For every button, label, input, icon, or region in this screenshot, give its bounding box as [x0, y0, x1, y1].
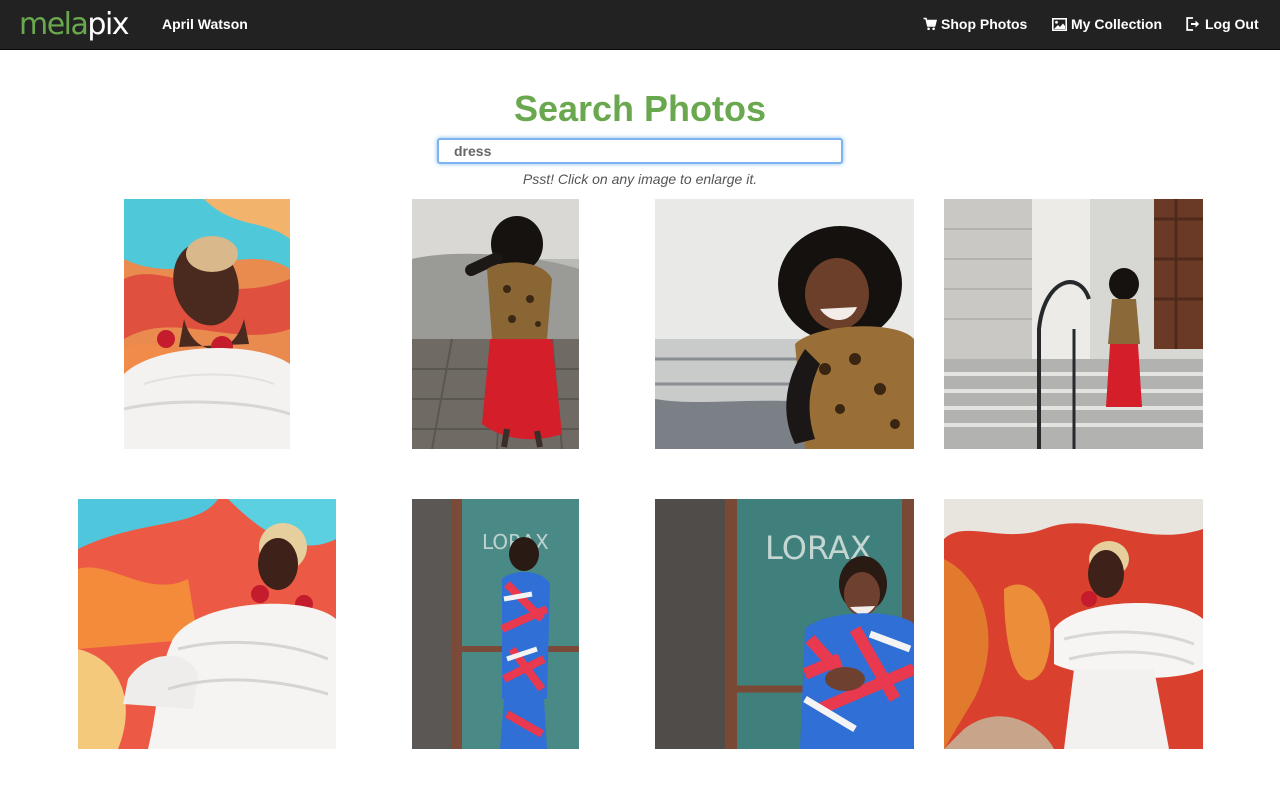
log-out-icon	[1186, 17, 1200, 31]
photo-thumbnail[interactable]	[944, 199, 1203, 449]
photo-image	[944, 499, 1203, 749]
photo-image	[944, 199, 1203, 449]
photo-thumbnail[interactable]	[655, 199, 914, 449]
logo-mela: mela	[19, 7, 89, 42]
photo-thumbnail[interactable]: LORAX	[655, 499, 914, 749]
photo-image: LORAX	[412, 499, 579, 749]
my-collection-link[interactable]: My Collection	[1052, 16, 1162, 32]
photo-image: LORAX	[655, 499, 914, 749]
photo-thumbnail[interactable]	[944, 499, 1203, 749]
search-input[interactable]	[437, 138, 843, 164]
navbar: melapix April Watson Shop Photos My Coll…	[0, 0, 1280, 50]
logo[interactable]: melapix	[19, 6, 130, 44]
enlarge-hint: Psst! Click on any image to enlarge it.	[522, 171, 758, 187]
photo-thumbnail[interactable]: LORAX	[412, 499, 579, 749]
photo-image	[655, 199, 914, 449]
photo-thumbnail[interactable]	[412, 199, 579, 449]
shop-photos-label: Shop Photos	[941, 16, 1028, 32]
photo-image	[412, 199, 579, 449]
photo-thumbnail[interactable]	[78, 499, 336, 749]
picture-icon	[1052, 17, 1067, 31]
photo-image	[124, 199, 290, 449]
cart-icon	[923, 17, 937, 31]
page-title: Search Photos	[513, 88, 767, 129]
photo-image	[78, 499, 336, 749]
log-out-label: Log Out	[1205, 16, 1259, 32]
log-out-link[interactable]: Log Out	[1186, 16, 1259, 32]
my-collection-label: My Collection	[1071, 16, 1163, 32]
shop-photos-link[interactable]: Shop Photos	[923, 16, 1027, 32]
user-name[interactable]: April Watson	[162, 16, 248, 32]
logo-pix: pix	[87, 7, 129, 42]
photo-thumbnail[interactable]	[124, 199, 290, 449]
